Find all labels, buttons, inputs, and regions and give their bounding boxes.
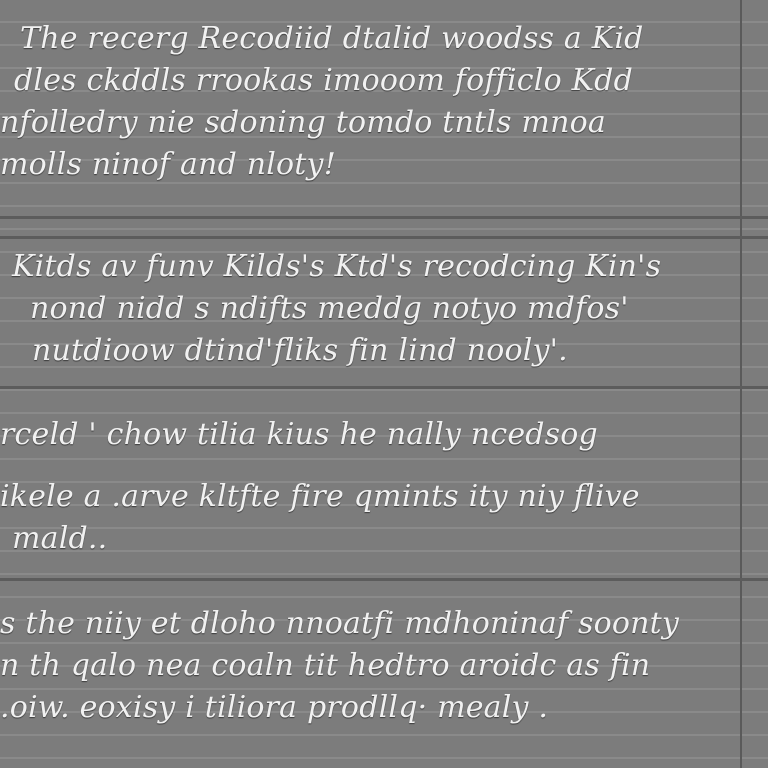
text-line: mald.. — [12, 521, 108, 556]
text-line: molls ninof and nloty! — [0, 147, 336, 182]
text-line: .oiw. eoxisy i tiliora prodllq· mealy . — [0, 690, 549, 725]
text-line: nond nidd s ndifts meddg notyo mdfos' — [30, 291, 629, 326]
text-line: n th qalo nea coaln tit hedtro aroidc as… — [0, 648, 651, 683]
text-line: nfolledry nie sdoning tomdo tntls mnoa — [0, 105, 606, 140]
text-line: rceld ' chow tilia kius he nally ncedsog — [0, 417, 598, 452]
text-block-1: The recerg Recodiid dtalid woodss a Kid … — [0, 18, 738, 186]
text-block-2: Kitds av funv Kilds's Ktd's recodcing Ki… — [0, 246, 738, 372]
text-line: Kitds av funv Kilds's Ktd's recodcing Ki… — [12, 249, 662, 284]
text-line: nutdioow dtind'fliks fin lind nooly'. — [32, 333, 568, 368]
text-line: s the niiy et dloho nnoatfi mdhoninaf so… — [0, 606, 680, 641]
text-block-3: rceld ' chow tilia kius he nally ncedsog… — [0, 414, 738, 560]
margin-line — [740, 0, 742, 768]
text-block-4: s the niiy et dloho nnoatfi mdhoninaf so… — [0, 603, 738, 729]
text-page: The recerg Recodiid dtalid woodss a Kid … — [0, 0, 768, 768]
text-line: dles ckddls rrookas imooom fofficlo Kdd — [14, 63, 633, 98]
section-divider — [0, 386, 768, 389]
section-divider — [0, 578, 768, 581]
text-line: The recerg Recodiid dtalid woodss a Kid — [20, 21, 644, 56]
text-line: ikele a .arve kltfte fire qmints ity niy… — [0, 479, 640, 514]
section-divider — [0, 216, 768, 219]
section-divider — [0, 236, 768, 239]
